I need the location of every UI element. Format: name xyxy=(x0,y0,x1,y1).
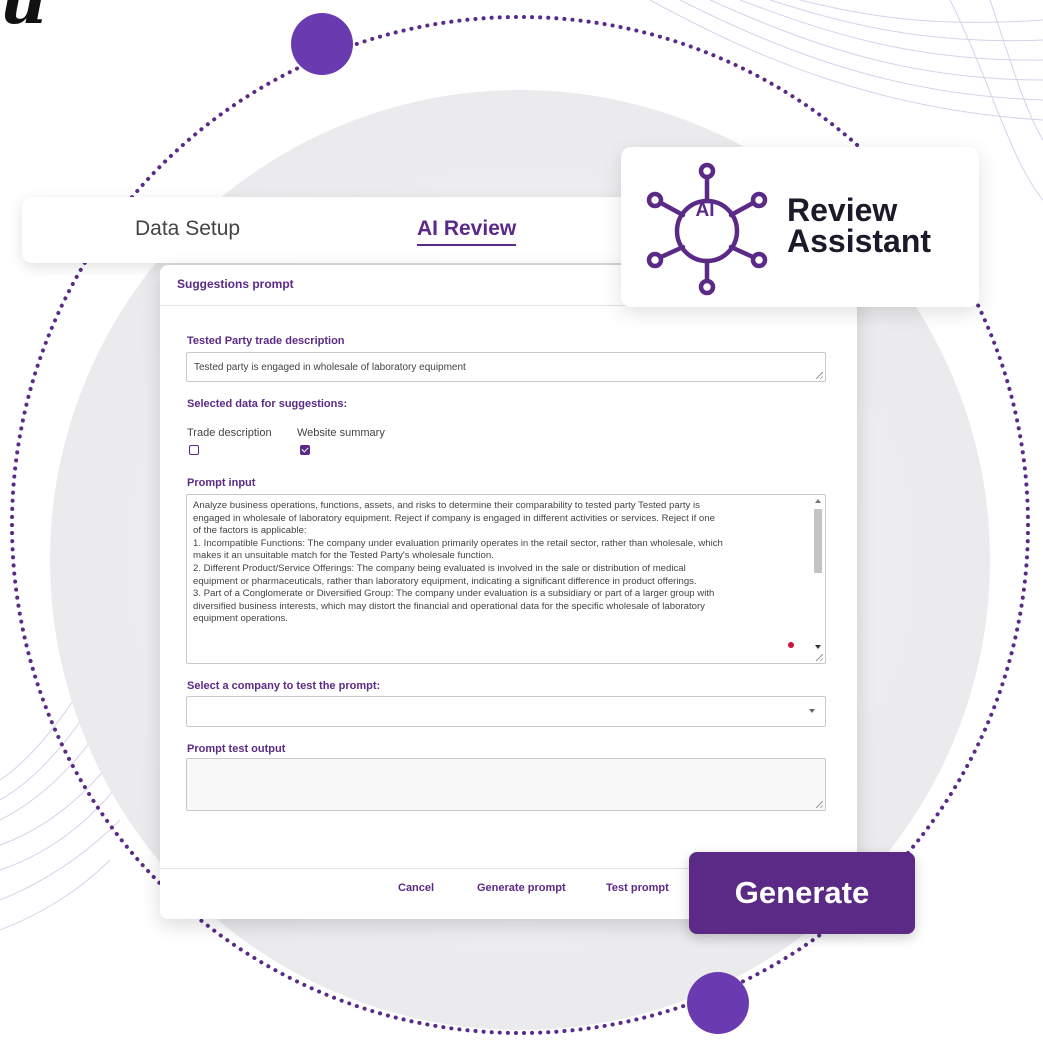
tab-ai-review[interactable]: AI Review xyxy=(417,217,517,246)
prompt-line: 3. Part of a Conglomerate or Diversified… xyxy=(193,588,715,600)
tab-bar: Data Setup AI Review xyxy=(22,197,662,263)
resize-grip-icon[interactable] xyxy=(816,654,823,661)
prompt-input-textarea[interactable]: Analyze business operations, functions, … xyxy=(186,494,826,664)
select-company-label: Select a company to test the prompt: xyxy=(187,680,381,692)
prompt-line: 1. Incompatible Functions: The company u… xyxy=(193,537,723,549)
company-select[interactable] xyxy=(186,696,826,727)
trade-description-label: Tested Party trade description xyxy=(187,335,345,347)
prompt-scrollbar[interactable] xyxy=(813,497,823,649)
scroll-thumb[interactable] xyxy=(814,509,822,573)
prompt-input-text: Analyze business operations, functions, … xyxy=(193,500,803,659)
prompt-line: of the factors is applicable: xyxy=(193,525,307,537)
prompt-test-output-label: Prompt test output xyxy=(187,743,286,755)
title-line-1: Review xyxy=(787,192,898,228)
test-prompt-button[interactable]: Test prompt xyxy=(606,882,669,894)
suggestions-prompt-dialog: Suggestions prompt Tested Party trade de… xyxy=(160,265,857,919)
prompt-line: diversified business interests, which ma… xyxy=(193,600,705,612)
website-summary-option-label: Website summary xyxy=(297,427,385,439)
trade-description-value: Tested party is engaged in wholesale of … xyxy=(194,362,466,373)
prompt-line: equipment or pharmaceuticals, rather tha… xyxy=(193,575,697,587)
dialog-title: Suggestions prompt xyxy=(177,277,294,291)
prompt-line: makes it an unsuitable match for the Tes… xyxy=(193,550,494,562)
ai-logo-text: AI xyxy=(695,200,715,221)
trade-description-checkbox[interactable] xyxy=(189,445,199,455)
website-summary-checkbox[interactable] xyxy=(300,445,310,455)
prompt-line: 2. Different Product/Service Offerings: … xyxy=(193,562,686,574)
resize-grip-icon[interactable] xyxy=(816,801,823,808)
trade-description-field[interactable]: Tested party is engaged in wholesale of … xyxy=(186,352,826,382)
prompt-line: engaged in wholesale of laboratory equip… xyxy=(193,512,715,524)
review-assistant-title: Review Assistant xyxy=(787,192,932,259)
tab-data-setup[interactable]: Data Setup xyxy=(135,217,240,241)
prompt-line: Analyze business operations, functions, … xyxy=(193,500,700,511)
generate-button[interactable]: Generate xyxy=(689,852,915,934)
resize-grip-icon[interactable] xyxy=(816,372,823,379)
review-assistant-badge: AI Review Assistant xyxy=(621,147,979,307)
orbit-dot-top xyxy=(291,13,353,75)
selected-data-label: Selected data for suggestions: xyxy=(187,398,348,410)
generate-prompt-button[interactable]: Generate prompt xyxy=(477,882,566,894)
cancel-button[interactable]: Cancel xyxy=(398,882,434,894)
orbit-dot-bottom xyxy=(687,972,749,1034)
prompt-input-label: Prompt input xyxy=(187,477,256,489)
scroll-up-arrow-icon[interactable] xyxy=(815,499,821,503)
prompt-line: equipment operations. xyxy=(193,613,288,625)
grammarly-indicator-icon[interactable] xyxy=(788,642,794,648)
chevron-down-icon[interactable] xyxy=(809,709,815,713)
scroll-down-arrow-icon[interactable] xyxy=(815,645,821,649)
trade-description-option-label: Trade description xyxy=(187,427,272,439)
network-nodes-icon xyxy=(646,162,768,296)
corner-glyph: u xyxy=(0,0,47,39)
prompt-test-output-field[interactable] xyxy=(186,758,826,811)
title-line-2: Assistant xyxy=(787,223,932,259)
